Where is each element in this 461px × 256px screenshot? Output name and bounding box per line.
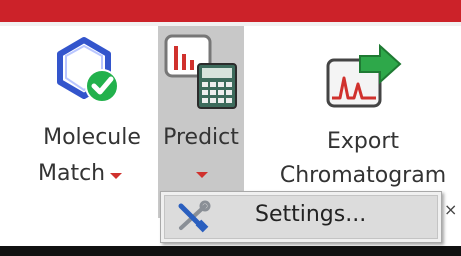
export-label-line2: Chromatogram [279, 163, 447, 188]
export-label-line1: Export [326, 129, 399, 154]
molecule-match-button[interactable]: Molecule Match [32, 32, 152, 218]
molecule-match-label-line2: Match [38, 161, 106, 186]
predict-dropdown-arrow-icon[interactable] [196, 172, 208, 178]
molecule-match-label-line1: Molecule [43, 125, 141, 150]
predict-calculator-icon [164, 34, 238, 114]
partial-close-icon: × [444, 200, 458, 219]
window-bottom-edge [0, 246, 461, 256]
molecule-match-dropdown-arrow-icon[interactable] [110, 173, 122, 179]
window-title-bar [0, 0, 461, 22]
predict-button[interactable]: Predict [158, 26, 244, 218]
settings-tools-icon [175, 200, 211, 238]
export-chromatogram-icon [324, 42, 404, 116]
menu-item-settings[interactable]: Settings... [164, 195, 438, 239]
molecule-check-icon [50, 34, 122, 110]
predict-label: Predict [163, 125, 239, 150]
predict-dropdown-menu: Settings... [160, 191, 442, 243]
menu-item-settings-label: Settings... [255, 202, 367, 227]
